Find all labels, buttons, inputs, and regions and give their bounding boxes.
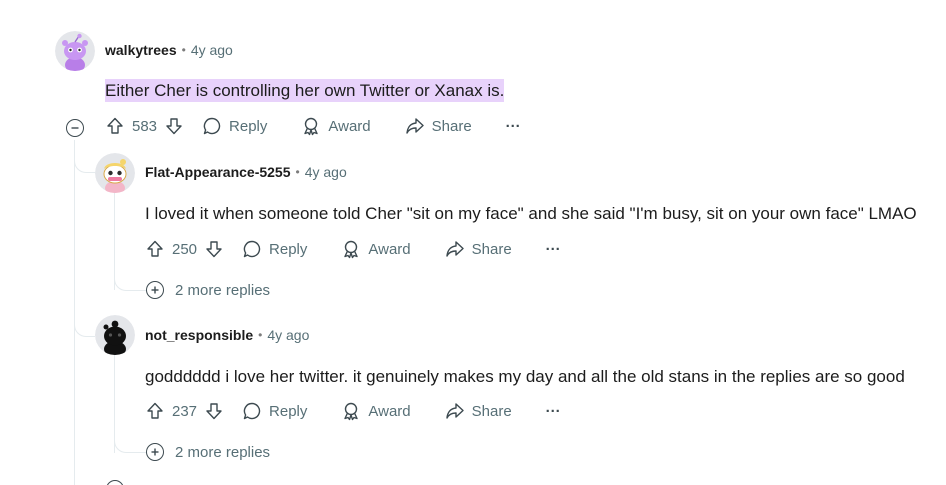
downvote-icon (206, 241, 222, 258)
avatar[interactable] (95, 315, 135, 355)
reply-label: Reply (269, 240, 308, 258)
comment-icon (243, 240, 261, 258)
share-label: Share (471, 240, 512, 258)
more-replies-label: 2 more replies (175, 443, 271, 461)
snoo-avatar-icon (95, 153, 135, 193)
reply-label: Reply (229, 117, 268, 135)
username[interactable]: not_responsible (145, 327, 253, 343)
username[interactable]: walkytrees (105, 42, 177, 58)
more-options-icon: ··· (545, 240, 561, 258)
award-label: Award (368, 402, 411, 420)
award-icon (344, 402, 359, 421)
collapse-button[interactable] (66, 119, 84, 137)
comment-actions: 583 Reply Award Share ··· (105, 116, 521, 136)
comment-actions: 237 Reply Award Share ··· (145, 401, 561, 421)
vote-count: 237 (172, 402, 198, 420)
comment-meta: not_responsible • 4y ago (145, 327, 309, 343)
expand-icon (146, 281, 164, 299)
highlighted-text: Either Cher is controlling her own Twitt… (105, 79, 505, 102)
more-options-button[interactable]: ··· (506, 118, 521, 135)
downvote-icon (206, 403, 222, 420)
snoo-avatar-icon (95, 315, 135, 355)
snoo-avatar-icon (55, 31, 95, 71)
share-icon (445, 403, 464, 419)
vote-count: 250 (172, 240, 198, 258)
reply-button[interactable]: Reply (202, 116, 267, 136)
comment-icon (203, 117, 221, 135)
award-icon (304, 117, 319, 136)
reply-label: Reply (269, 402, 308, 420)
more-options-button[interactable]: ··· (546, 403, 561, 420)
thread-curve (74, 300, 95, 337)
award-icon (344, 240, 359, 259)
meta-separator: • (258, 328, 263, 342)
expand-icon (146, 443, 164, 461)
comment-thread: walkytrees • 4y ago Either Cher is contr… (0, 0, 946, 485)
award-label: Award (368, 240, 411, 258)
downvote-button[interactable] (204, 401, 224, 421)
award-button[interactable]: Award (301, 116, 371, 136)
upvote-button[interactable] (105, 116, 125, 136)
share-label: Share (431, 117, 472, 135)
share-icon (445, 241, 464, 257)
upvote-icon (147, 240, 163, 257)
share-label: Share (471, 402, 512, 420)
meta-separator: • (181, 43, 186, 57)
award-label: Award (328, 117, 371, 135)
share-icon (405, 118, 424, 134)
meta-separator: • (295, 165, 300, 179)
upvote-icon (107, 117, 123, 134)
next-collapse-icon[interactable] (106, 480, 124, 485)
vote-count: 583 (132, 117, 158, 135)
share-button[interactable]: Share (445, 239, 512, 259)
more-replies-button[interactable]: 2 more replies (146, 443, 270, 461)
downvote-icon (166, 118, 182, 135)
comment-icon (243, 402, 261, 420)
avatar[interactable] (55, 31, 95, 71)
more-replies-label: 2 more replies (175, 281, 271, 299)
upvote-button[interactable] (145, 239, 165, 259)
more-options-icon: ··· (505, 117, 521, 135)
timestamp[interactable]: 4y ago (191, 42, 233, 58)
thread-curve (74, 140, 95, 173)
upvote-icon (147, 402, 163, 419)
timestamp[interactable]: 4y ago (305, 164, 347, 180)
comment-body: I loved it when someone told Cher "sit o… (145, 204, 917, 223)
thread-curve (114, 424, 147, 453)
comment-meta: Flat-Appearance-5255 • 4y ago (145, 164, 347, 180)
downvote-button[interactable] (204, 239, 224, 259)
reply-button[interactable]: Reply (242, 239, 307, 259)
downvote-button[interactable] (164, 116, 184, 136)
comment-body: Either Cher is controlling her own Twitt… (105, 79, 505, 102)
award-button[interactable]: Award (341, 239, 411, 259)
more-options-button[interactable]: ··· (546, 241, 561, 258)
comment-meta: walkytrees • 4y ago (105, 42, 233, 58)
reply-button[interactable]: Reply (242, 401, 307, 421)
collapse-icon (71, 127, 79, 129)
thread-curve (114, 262, 147, 291)
avatar[interactable] (95, 153, 135, 193)
award-button[interactable]: Award (341, 401, 411, 421)
more-options-icon: ··· (545, 402, 561, 420)
comment-body: godddddd i love her twitter. it genuinel… (145, 367, 905, 386)
share-button[interactable]: Share (445, 401, 512, 421)
upvote-button[interactable] (145, 401, 165, 421)
share-button[interactable]: Share (405, 116, 472, 136)
username[interactable]: Flat-Appearance-5255 (145, 164, 291, 180)
comment-actions: 250 Reply Award Share ··· (145, 239, 561, 259)
timestamp[interactable]: 4y ago (267, 327, 309, 343)
more-replies-button[interactable]: 2 more replies (146, 281, 270, 299)
